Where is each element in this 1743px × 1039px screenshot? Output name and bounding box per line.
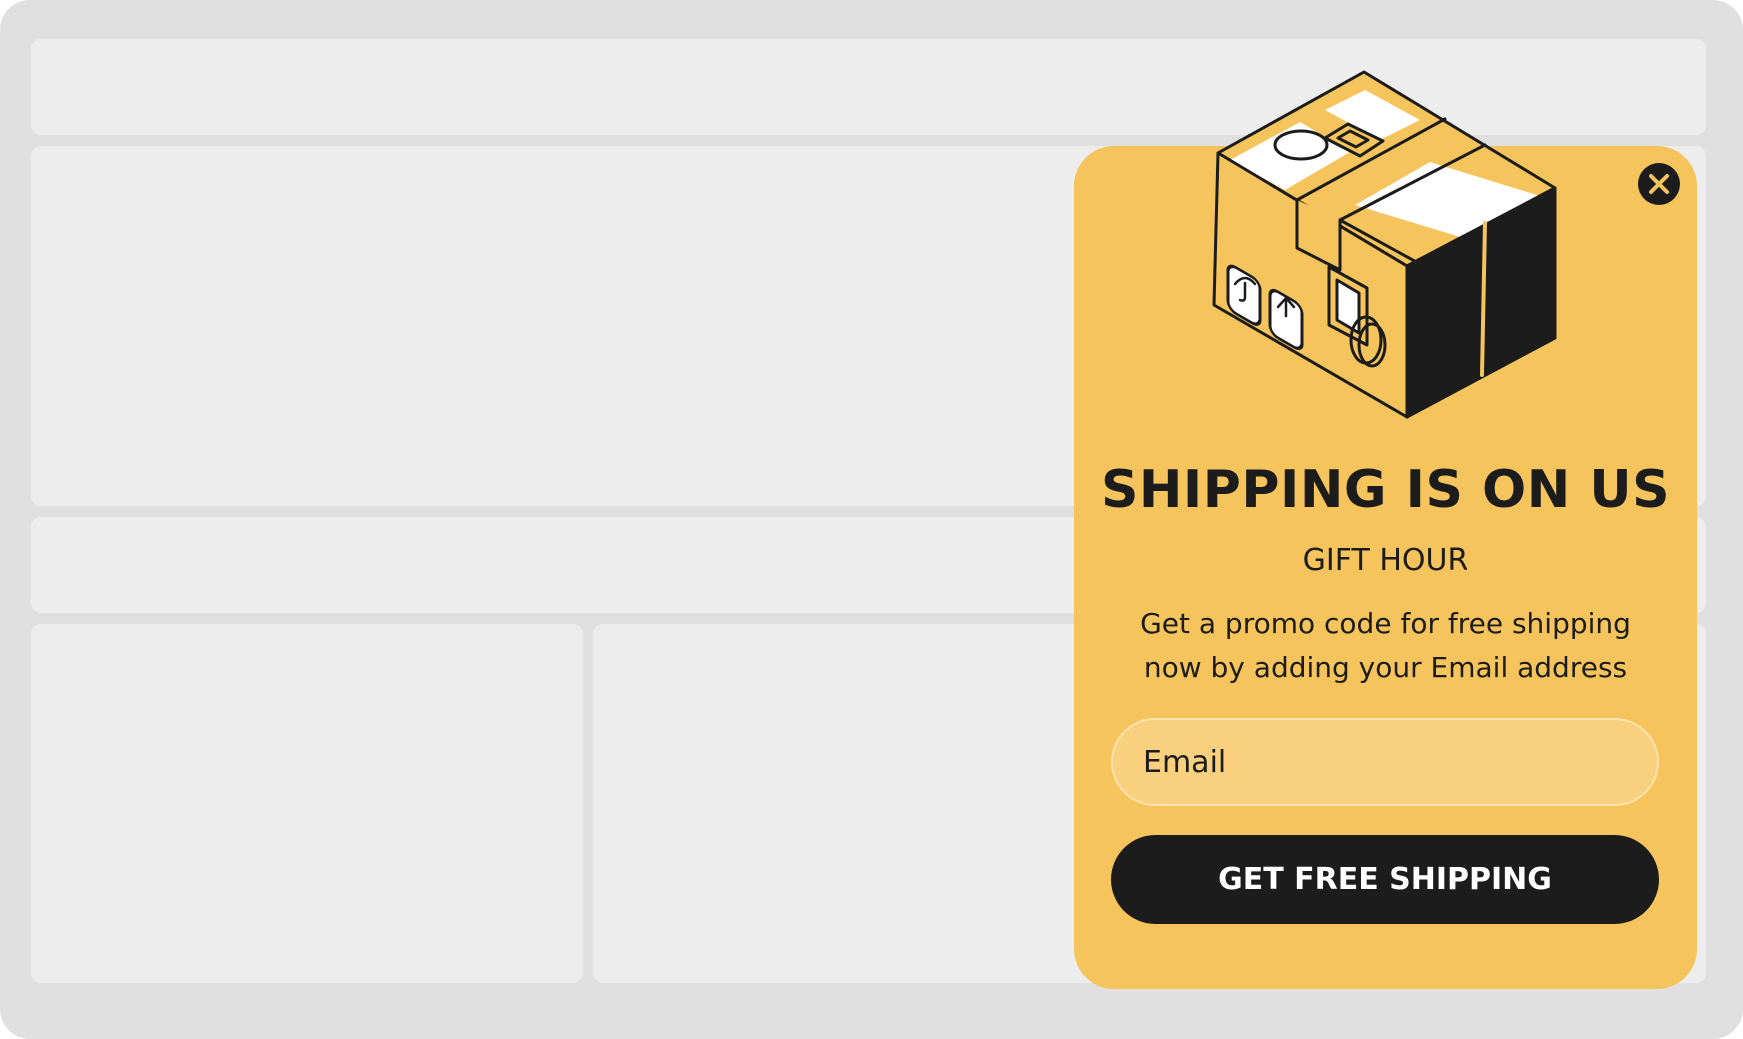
close-button[interactable]: [1638, 163, 1680, 205]
popup-description: Get a promo code for free shipping now b…: [1074, 602, 1697, 690]
popup-subtitle: GIFT HOUR: [1302, 543, 1469, 578]
popup-title: SHIPPING IS ON US: [1100, 460, 1671, 520]
get-free-shipping-button[interactable]: GET FREE SHIPPING: [1111, 835, 1659, 924]
placeholder-left-card: [31, 624, 583, 983]
shipping-box-icon: [1212, 70, 1557, 419]
popup-description-line: now by adding your Email address: [1143, 651, 1628, 684]
email-input[interactable]: [1111, 718, 1659, 806]
popup-description-line: Get a promo code for free shipping: [1140, 607, 1631, 640]
close-icon: [1649, 174, 1669, 194]
